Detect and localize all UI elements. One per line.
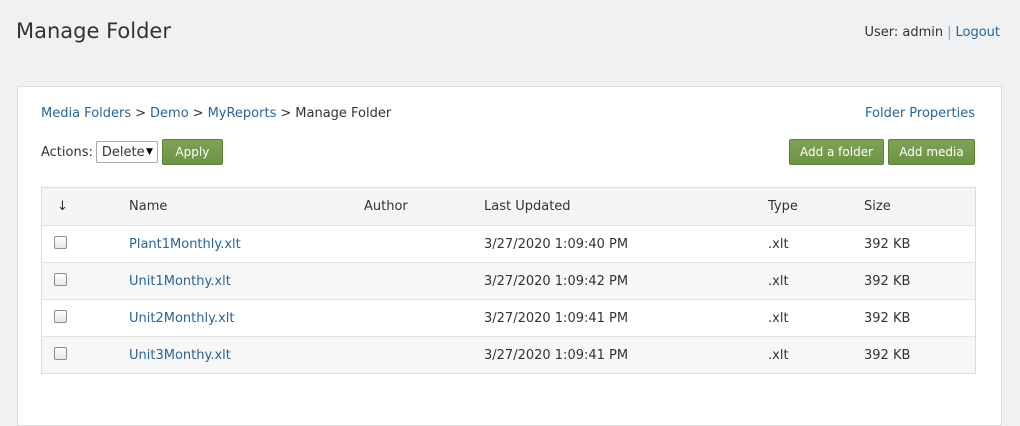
row-checkbox[interactable] — [54, 235, 67, 253]
file-type: .xlt — [768, 273, 789, 289]
file-type: .xlt — [768, 310, 789, 326]
add-folder-button[interactable]: Add a folder — [789, 139, 884, 165]
logout-link[interactable]: Logout — [955, 25, 1000, 40]
user-bar: User: admin | Logout — [864, 25, 1000, 40]
table-header: ↓ Name Author Last Updated Type Size — [42, 188, 975, 225]
breadcrumb-separator: > — [135, 106, 147, 121]
file-last-updated: 3/27/2020 1:09:40 PM — [484, 236, 629, 252]
breadcrumb-demo[interactable]: Demo — [150, 106, 189, 121]
actions-select-value: Delete — [101, 144, 145, 160]
user-separator: | — [947, 25, 952, 40]
file-size: 392 KB — [864, 310, 911, 326]
file-size: 392 KB — [864, 236, 911, 252]
row-checkbox[interactable] — [54, 272, 67, 290]
chevron-down-icon: ▼ — [145, 147, 153, 157]
breadcrumb-media-folders[interactable]: Media Folders — [41, 106, 131, 121]
actions-row: Actions: Delete ▼ Apply — [41, 139, 223, 165]
file-last-updated: 3/27/2020 1:09:42 PM — [484, 273, 629, 289]
sort-arrow-icon[interactable]: ↓ — [54, 199, 68, 214]
table-row: Plant1Monthly.xlt 3/27/2020 1:09:40 PM .… — [42, 225, 975, 262]
column-header-name[interactable]: Name — [129, 199, 167, 214]
column-header-type[interactable]: Type — [768, 199, 798, 214]
user-label: User: admin — [864, 25, 944, 40]
file-type: .xlt — [768, 347, 789, 363]
breadcrumb-current: Manage Folder — [295, 106, 392, 121]
table-row: Unit2Monthly.xlt 3/27/2020 1:09:41 PM .x… — [42, 299, 975, 336]
breadcrumb-separator: > — [192, 106, 204, 121]
file-last-updated: 3/27/2020 1:09:41 PM — [484, 310, 629, 326]
file-size: 392 KB — [864, 273, 911, 289]
table-row: Unit1Monthy.xlt 3/27/2020 1:09:42 PM .xl… — [42, 262, 975, 299]
actions-select[interactable]: Delete ▼ — [95, 141, 158, 163]
media-table: ↓ Name Author Last Updated Type Size Pla… — [41, 187, 976, 374]
file-type: .xlt — [768, 236, 789, 252]
row-checkbox[interactable] — [54, 309, 67, 327]
table-row: Unit3Monthy.xlt 3/27/2020 1:09:41 PM .xl… — [42, 336, 975, 373]
page-title: Manage Folder — [16, 19, 171, 43]
breadcrumb-myreports[interactable]: MyReports — [208, 106, 277, 121]
file-name-link[interactable]: Plant1Monthly.xlt — [129, 237, 241, 252]
file-size: 392 KB — [864, 347, 911, 363]
actions-label: Actions: — [41, 144, 93, 160]
toolbar-buttons: Add a folder Add media — [789, 139, 975, 165]
column-header-author[interactable]: Author — [364, 199, 408, 214]
row-checkbox[interactable] — [54, 346, 67, 364]
folder-panel: Media Folders > Demo > MyReports > Manage Fold… — [17, 86, 1002, 426]
column-header-size[interactable]: Size — [864, 199, 891, 214]
breadcrumb-separator: > — [280, 106, 292, 121]
file-name-link[interactable]: Unit2Monthly.xlt — [129, 311, 234, 326]
column-header-last-updated[interactable]: Last Updated — [484, 199, 571, 214]
file-name-link[interactable]: Unit1Monthy.xlt — [129, 274, 231, 289]
file-last-updated: 3/27/2020 1:09:41 PM — [484, 347, 629, 363]
file-name-link[interactable]: Unit3Monthy.xlt — [129, 348, 231, 363]
breadcrumb: Media Folders > Demo > MyReports > Manage Fold… — [41, 106, 391, 121]
apply-button[interactable]: Apply — [161, 139, 223, 165]
add-media-button[interactable]: Add media — [888, 139, 975, 165]
folder-properties-link[interactable]: Folder Properties — [865, 106, 975, 121]
